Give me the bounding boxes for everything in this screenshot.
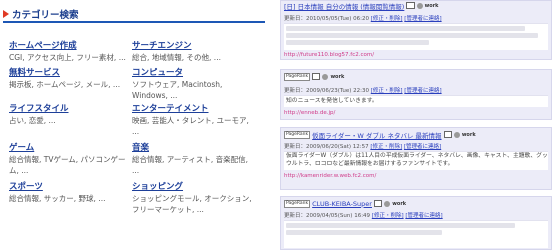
- category-item-search-engine: サーチエンジン 総合, 地域情報, その他, ...: [132, 40, 260, 63]
- category-link-entertainment[interactable]: エンターテイメント: [132, 103, 260, 115]
- entry-meta: 更新日：2010/05/05(Tue) 06:20 [修正・削除] [管理者に連…: [284, 14, 442, 22]
- update-date: 更新日：2010/05/05(Tue) 06:20: [284, 16, 369, 22]
- contact-admin-link[interactable]: [管理者に連絡]: [404, 144, 441, 150]
- pagerank-badge-icon: PageRank: [284, 130, 311, 139]
- work-label: work: [330, 73, 345, 80]
- blurred-text-line: [286, 33, 539, 38]
- category-item-entertainment: エンターテイメント 映画, 芸能人・タレント, ユーモア, ...: [132, 103, 260, 137]
- count-badge: [373, 200, 383, 207]
- category-link-free-service[interactable]: 無料サービス: [9, 67, 137, 79]
- edit-delete-link[interactable]: [修正・削除]: [372, 213, 404, 219]
- update-date: 更新日：2009/04/05(Sun) 16:49: [284, 213, 371, 219]
- pagerank-badge-icon: PageRank: [284, 72, 311, 81]
- listing-entry: PageRank CLUB-KEIBA-Super work 更新日：2009/…: [280, 196, 552, 250]
- category-item-sports: スポーツ 総合情報, サッカー, 野球, ...: [9, 181, 137, 204]
- category-item-free-service: 無料サービス 掲示板, ホームページ, メール, ...: [9, 67, 137, 90]
- category-link-computer[interactable]: コンピュータ: [132, 67, 260, 79]
- category-desc: 掲示板, ホームページ, メール, ...: [9, 80, 121, 89]
- category-link-search-engine[interactable]: サーチエンジン: [132, 40, 260, 52]
- category-desc: ム, ...: [9, 166, 29, 175]
- entry-description: [284, 220, 548, 248]
- edit-delete-link[interactable]: [修正・削除]: [371, 16, 403, 22]
- category-desc: フリーマーケット, ...: [132, 205, 204, 214]
- contact-admin-link[interactable]: [管理者に連絡]: [405, 213, 442, 219]
- contact-admin-link[interactable]: [管理者に連絡]: [404, 16, 441, 22]
- category-item-homepage: ホームページ作成 CGI, アクセス向上, フリー素材, ...: [9, 40, 137, 63]
- rank-icon: [416, 2, 423, 9]
- rank-icon: [322, 73, 329, 80]
- category-item-computer: コンピュータ ソフトウェア, Macintosh, Windows, ...: [132, 67, 260, 101]
- description-line: 仮面ライダーW（ダブル）は11人目の平成仮面ライダー、ネタバレ、画像、キャスト、…: [286, 153, 548, 159]
- entry-url[interactable]: http://enneb.de.jp/: [284, 110, 335, 116]
- count-badge: [406, 2, 415, 9]
- category-desc: ...: [132, 127, 140, 136]
- entry-description: 仮面ライダーW（ダブル）は11人目の平成仮面ライダー、ネタバレ、画像、キャスト、…: [284, 151, 548, 170]
- listing-entry: PageRank work 更新日：2009/06/23(Tue) 22:30 …: [280, 69, 552, 120]
- category-item-shopping: ショッピング ショッピングモール, オークション, フリーマーケット, ...: [132, 181, 260, 215]
- work-label: work: [424, 2, 439, 9]
- category-link-lifestyle[interactable]: ライフスタイル: [9, 103, 137, 115]
- category-link-homepage[interactable]: ホームページ作成: [9, 40, 137, 52]
- category-item-game: ゲーム 総合情報, TVゲーム, パソコンゲー ム, ...: [9, 142, 137, 176]
- rank-icon: [384, 200, 391, 207]
- category-desc: ソフトウェア, Macintosh,: [132, 80, 223, 89]
- category-link-shopping[interactable]: ショッピング: [132, 181, 260, 193]
- category-item-music: 音楽 総合情報, アーティスト, 音楽配信, ...: [132, 142, 260, 176]
- description-line: ウルトラ、ロコロなど最新情報をお届けするファンサイトです。: [286, 161, 454, 167]
- update-date: 更新日：2009/06/23(Tue) 22:30: [284, 88, 369, 94]
- pagerank-badge-icon: PageRank: [284, 199, 311, 208]
- entry-title-link[interactable]: [日] 日本情報 自分の情報 (情報閲覧情報): [284, 1, 404, 11]
- contact-admin-link[interactable]: [管理者に連絡]: [404, 88, 441, 94]
- update-date: 更新日：2009/06/20(Sat) 12:57: [284, 144, 369, 150]
- entry-description: 知のニュースを発信していきます。: [284, 95, 548, 107]
- category-item-lifestyle: ライフスタイル 占い, 恋愛, ...: [9, 103, 137, 126]
- entry-meta: 更新日：2009/06/23(Tue) 22:30 [修正・削除] [管理者に連…: [284, 86, 442, 94]
- category-desc: 総合, 地域情報, その他, ...: [132, 53, 221, 62]
- entry-meta: 更新日：2009/06/20(Sat) 12:57 [修正・削除] [管理者に連…: [284, 142, 441, 150]
- blurred-text-line: [286, 26, 526, 31]
- category-desc: ショッピングモール, オークション,: [132, 194, 252, 203]
- edit-delete-link[interactable]: [修正・削除]: [371, 88, 403, 94]
- listing-entry: PageRank 仮面ライダー・W ダブル ネタバレ 最新情報 work 更新日…: [280, 127, 552, 190]
- category-desc: 占い, 恋愛, ...: [9, 116, 56, 125]
- blurred-text-line: [286, 223, 515, 228]
- count-badge: [312, 73, 321, 80]
- entry-header: PageRank 仮面ライダー・W ダブル ネタバレ 最新情報 work: [284, 130, 476, 140]
- category-desc: ...: [132, 166, 140, 175]
- entry-description: [284, 23, 548, 50]
- category-link-sports[interactable]: スポーツ: [9, 181, 137, 193]
- category-link-music[interactable]: 音楽: [132, 142, 260, 154]
- edit-delete-link[interactable]: [修正・削除]: [370, 144, 402, 150]
- category-search-panel: カテゴリー検索 ホームページ作成 CGI, アクセス向上, フリー素材, ...…: [0, 0, 268, 250]
- triangle-bullet-icon: [3, 10, 9, 18]
- work-label: work: [392, 200, 407, 207]
- count-badge: [443, 131, 452, 138]
- entry-title-link[interactable]: CLUB-KEIBA-Super: [312, 200, 372, 208]
- category-desc: Windows, ...: [132, 91, 178, 100]
- entry-header: [日] 日本情報 自分の情報 (情報閲覧情報) work: [284, 1, 439, 11]
- entry-header: PageRank work: [284, 72, 344, 81]
- site-listing-panel: [日] 日本情報 自分の情報 (情報閲覧情報) work 更新日：2010/05…: [280, 0, 552, 250]
- category-desc: 総合情報, アーティスト, 音楽配信,: [132, 155, 249, 164]
- rank-icon: [453, 131, 460, 138]
- entry-url[interactable]: http://kamenrider.w.web.fc2.com/: [284, 173, 376, 179]
- category-link-game[interactable]: ゲーム: [9, 142, 137, 154]
- category-search-header: カテゴリー検索: [3, 5, 265, 23]
- category-desc: 総合情報, サッカー, 野球, ...: [9, 194, 106, 203]
- blurred-text-line: [286, 230, 442, 235]
- entry-header: PageRank CLUB-KEIBA-Super work: [284, 199, 406, 208]
- category-desc: 映画, 芸能人・タレント, ユーモア,: [132, 116, 249, 125]
- category-search-title: カテゴリー検索: [12, 10, 79, 21]
- listing-entry: [日] 日本情報 自分の情報 (情報閲覧情報) work 更新日：2010/05…: [280, 0, 552, 60]
- entry-url[interactable]: http://future110.blog57.fc2.com/: [284, 52, 374, 58]
- entry-meta: 更新日：2009/04/05(Sun) 16:49 [修正・削除] [管理者に連…: [284, 211, 443, 219]
- blurred-text-line: [286, 40, 429, 45]
- entry-title-link[interactable]: 仮面ライダー・W ダブル ネタバレ 最新情報: [312, 130, 441, 140]
- category-desc: 総合情報, TVゲーム, パソコンゲー: [9, 155, 126, 164]
- work-label: work: [461, 131, 476, 138]
- category-desc: CGI, アクセス向上, フリー素材, ...: [9, 53, 126, 62]
